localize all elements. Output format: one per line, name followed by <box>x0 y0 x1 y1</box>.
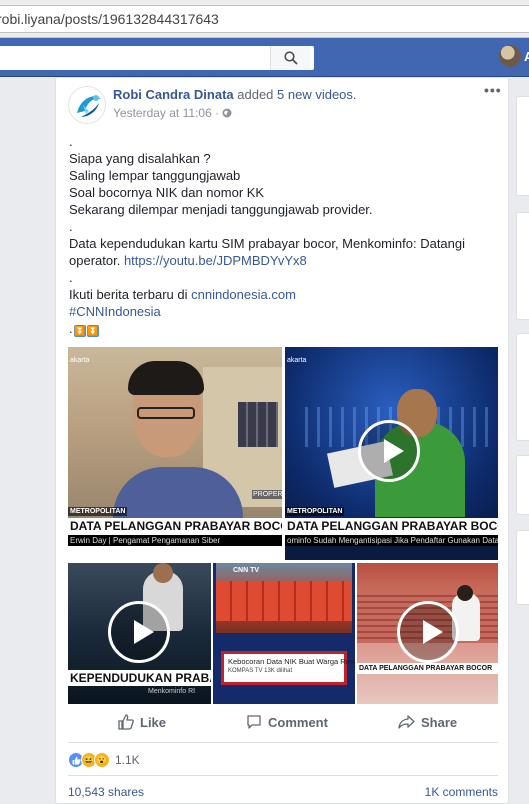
video-thumbnail-2[interactable]: akarta METROPOLITAN DATA PELANGGAN PRABA… <box>285 347 498 560</box>
share-icon <box>398 715 415 729</box>
post-timestamp[interactable]: Yesterday at 11:06 · <box>113 106 219 120</box>
video-subtitle: Menkominfo RI <box>148 688 196 695</box>
search-button[interactable] <box>270 46 310 70</box>
down-arrow-emoji-icon: ⏬ <box>86 325 99 337</box>
comment-button[interactable]: Comment <box>246 707 328 737</box>
search-icon <box>283 51 298 65</box>
cnn-link[interactable]: cnnindonesia.com <box>191 287 296 302</box>
post-line: . <box>69 219 73 234</box>
divider <box>68 775 498 776</box>
url-text: robi.liyana/posts/196132844317643 <box>0 11 219 27</box>
browser-toolbar: robi.liyana/posts/196132844317643 <box>0 0 529 38</box>
search-input[interactable] <box>0 46 314 70</box>
post-options-button[interactable]: ••• <box>484 82 502 98</box>
video-headline: Kebocoran Data NIK Buat Warga Resah <box>228 657 355 666</box>
play-icon[interactable] <box>397 601 459 663</box>
facebook-top-bar: A <box>0 38 529 77</box>
video-headline: DATA PELANGGAN PRABAYAR BOCOR <box>285 518 498 535</box>
video-location-label: akarta <box>70 357 90 364</box>
play-icon[interactable] <box>108 601 170 663</box>
video-subtitle: ominfo Sudah Mengantisipasi Jika Pendaft… <box>285 535 498 546</box>
like-button[interactable]: Like <box>118 707 166 737</box>
author-logo-icon <box>77 95 101 117</box>
right-sidebar-card <box>516 96 529 196</box>
post-line: . <box>69 270 73 285</box>
video-thumbnail-4[interactable]: CNN TV Kebocoran Data NIK Buat Warga Res… <box>213 563 355 704</box>
post-meta: Yesterday at 11:06 · <box>113 106 232 120</box>
play-icon[interactable] <box>358 420 420 482</box>
comment-icon <box>247 715 261 729</box>
shares-count[interactable]: 10,543 shares <box>68 785 144 799</box>
reactions-summary[interactable]: 😆 😮 1.1K <box>68 752 140 768</box>
youtube-link[interactable]: https://youtu.be/JDPMBDYvYx8 <box>124 253 307 268</box>
video-headline: KEPENDUDUKAN PRABAYAR BOC <box>68 670 211 686</box>
video-thumbnail-3[interactable]: KEPENDUDUKAN PRABAYAR BOC Menkominfo RI <box>68 563 211 704</box>
reaction-count: 1.1K <box>115 753 140 767</box>
video-brand-label: CNN TV <box>233 567 260 574</box>
share-label: Share <box>421 714 458 730</box>
right-sidebar-card <box>516 212 529 320</box>
globe-icon <box>222 108 232 118</box>
post-line: Ikuti berita terbaru di cnnindonesia.com <box>69 286 499 303</box>
profile-name[interactable]: A <box>524 49 529 64</box>
post-line: Sekarang dilempar menjadi tanggungjawab … <box>69 202 373 217</box>
post-action-text: added <box>237 87 274 102</box>
post-text: . Siapa yang disalahkan ? Saling lempar … <box>69 133 499 337</box>
thumbs-up-icon <box>118 714 134 730</box>
post-line: Siapa yang disalahkan ? <box>69 151 211 166</box>
post-line: Saling lempar tanggungjawab <box>69 168 241 183</box>
post-line: Soal bocornya NIK dan nomor KK <box>69 185 265 200</box>
post-card: Robi Candra Dinata added 5 new videos. Y… <box>55 77 509 804</box>
post-line: .⏬ ⏬ <box>69 320 499 337</box>
right-sidebar-card <box>516 530 529 605</box>
follow-text: Ikuti berita terbaru di <box>69 287 192 302</box>
video-headline: DATA PELANGGAN PRABAYAR BOCOR <box>68 518 282 535</box>
post-line: operator. https://youtu.be/JDPMBDYvYx8 <box>69 252 499 269</box>
divider <box>68 742 498 743</box>
author-name[interactable]: Robi Candra Dinata <box>113 87 234 102</box>
video-thumbnail-5[interactable]: DATA PELANGGAN PRABAYAR BOCOR <box>357 563 498 704</box>
post-line: . <box>69 134 73 149</box>
like-label: Like <box>140 714 167 730</box>
comments-count[interactable]: 1K comments <box>425 785 498 799</box>
post-footer: 10,543 shares 1K comments <box>68 785 498 799</box>
video-tag-label: PROPERT <box>252 490 282 499</box>
post-end-dot: . <box>69 321 73 336</box>
video-headline: DATA PELANGGAN PRABAYAR BOCOR <box>357 663 498 674</box>
post-line: Data kependudukan kartu SIM prabayar boc… <box>69 236 466 251</box>
address-bar[interactable]: robi.liyana/posts/196132844317643 <box>0 5 529 33</box>
right-sidebar-card <box>516 455 529 515</box>
video-location-label: akarta <box>287 357 307 364</box>
down-arrow-emoji-icon: ⏬ <box>73 325 86 337</box>
post-actions: Like Comment Share <box>56 707 508 737</box>
video-thumbnail-1[interactable]: akarta PROPERT METROPOLITAN DATA PELANGG… <box>68 347 282 560</box>
video-brand-label: METROPOLITAN <box>285 507 345 516</box>
share-button[interactable]: Share <box>398 707 457 737</box>
video-subtitle: Erwin Day | Pengamat Pengamanan Siber <box>68 535 282 546</box>
video-brand-label: METROPOLITAN <box>68 507 128 516</box>
comment-label: Comment <box>268 714 328 730</box>
profile-avatar[interactable] <box>499 45 521 67</box>
post-header: Robi Candra Dinata added 5 new videos. <box>113 87 357 102</box>
videos-link[interactable]: 5 new videos. <box>277 87 357 102</box>
right-sidebar-card <box>516 333 529 441</box>
video-meta: KOMPAS TV 13K dilihat <box>228 668 293 674</box>
post-line-text: operator. <box>69 253 121 268</box>
wow-reaction-icon: 😮 <box>94 752 110 768</box>
hashtag-link[interactable]: #CNNIndonesia <box>69 303 499 320</box>
author-avatar[interactable] <box>68 86 106 124</box>
